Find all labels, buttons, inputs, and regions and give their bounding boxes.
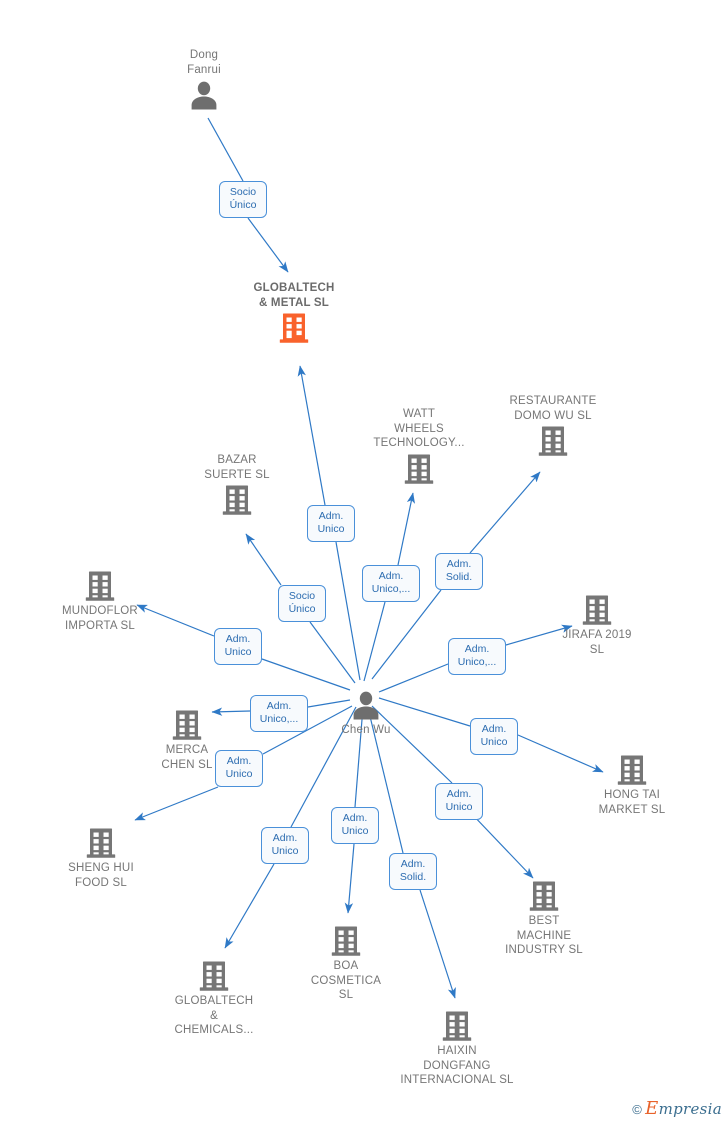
edge-e-label-globaltech (247, 217, 289, 273)
building-icon (580, 593, 614, 627)
edge-label-el-chen-jirafa[interactable]: Adm. Unico,... (448, 638, 506, 675)
node-label: HONG TAI MARKET SL (598, 789, 666, 816)
building-icon (329, 924, 363, 958)
edge-label-el-chen-shenghui[interactable]: Adm. Unico (215, 750, 263, 787)
graph-node-globaltech-metal[interactable]: GLOBALTECH & METAL SL (234, 281, 354, 345)
node-label: MUNDOFLOR IMPORTA SL (62, 605, 138, 632)
graph-node-boa-cosmetica[interactable]: BOA COSMETICA SL (286, 923, 406, 1003)
building-icon (84, 826, 118, 860)
edge-label-el-chen-best[interactable]: Adm. Unico (435, 783, 483, 820)
node-label: HAIXIN DONGFANG INTERNACIONAL SL (400, 1045, 514, 1086)
edge-e-chen-lbl-mundo (261, 658, 351, 691)
edge-e-chen-lbl-globaltech (335, 541, 361, 681)
edge-label-el-chen-bazar[interactable]: Socio Único (278, 585, 326, 622)
building-icon (527, 879, 561, 913)
watermark: © Empresia (632, 1098, 722, 1119)
graph-node-watt-wheels[interactable]: WATT WHEELS TECHNOLOGY... (359, 407, 479, 486)
edge-label-el-chen-globaltech[interactable]: Adm. Unico (307, 505, 355, 542)
node-label: GLOBALTECH & CHEMICALS... (174, 995, 254, 1036)
node-label: BEST MACHINE INDUSTRY SL (505, 915, 583, 956)
graph-node-chen-wu[interactable]: Chen Wu (306, 687, 426, 738)
building-icon (170, 708, 204, 742)
building-icon (220, 483, 254, 517)
building-icon (536, 424, 570, 458)
copyright-icon: © (632, 1102, 643, 1117)
node-label: RESTAURANTE DOMO WU SL (509, 395, 597, 422)
person-icon (187, 78, 221, 112)
edge-label-el-chen-watt[interactable]: Adm. Unico,... (362, 565, 420, 602)
graph-node-mundoflor-importa[interactable]: MUNDOFLOR IMPORTA SL (40, 568, 160, 633)
edge-e-lbl-haixin-node (419, 889, 456, 999)
edge-e-chen-lbl-watt (363, 601, 386, 682)
edge-label-el-chen-haixin[interactable]: Adm. Solid. (389, 853, 437, 890)
edge-e-lbl-chem-node (224, 863, 275, 949)
graph-node-jirafa-2019[interactable]: JIRAFA 2019 SL (537, 592, 657, 657)
person-icon (349, 688, 383, 722)
brand-name: mpresia (658, 1100, 722, 1118)
edge-label-el-chen-hongtai[interactable]: Adm. Unico (470, 718, 518, 755)
graph-node-globaltech-chemicals[interactable]: GLOBALTECH & CHEMICALS... (154, 958, 274, 1038)
node-label: BAZAR SUERTE SL (204, 454, 270, 481)
graph-node-best-machine-industry[interactable]: BEST MACHINE INDUSTRY SL (484, 878, 604, 958)
network-diagram-canvas: Dong Fanrui GLOBALTECH & METAL SL Chen W… (0, 0, 728, 1125)
edge-e-chen-lbl-bazar (309, 621, 356, 684)
graph-node-sheng-hui-food[interactable]: SHENG HUI FOOD SL (41, 825, 161, 890)
edge-lines (134, 117, 604, 999)
edge-label-el-chen-chemicals[interactable]: Adm. Unico (261, 827, 309, 864)
node-label: Chen Wu (341, 724, 391, 736)
graph-node-bazar-suerte[interactable]: BAZAR SUERTE SL (177, 453, 297, 517)
edge-e-dong-label (207, 117, 244, 182)
edge-e-lbl-rest-node (469, 471, 541, 554)
graph-node-dong-fanrui[interactable]: Dong Fanrui (144, 48, 264, 112)
edge-label-el-chen-boa[interactable]: Adm. Unico (331, 807, 379, 844)
node-label: WATT WHEELS TECHNOLOGY... (373, 408, 465, 449)
node-label: Dong Fanrui (187, 49, 221, 76)
edge-label-el-chen-mundoflor[interactable]: Adm. Unico (214, 628, 262, 665)
edge-e-lbl-watt-node (397, 492, 416, 566)
building-icon (83, 569, 117, 603)
edge-label-el-dong-globaltech[interactable]: Socio Único (219, 181, 267, 218)
edge-e-lbl-globaltech-node (297, 365, 326, 506)
graph-node-restaurante-domo-wu[interactable]: RESTAURANTE DOMO WU SL (493, 394, 613, 458)
building-icon (440, 1009, 474, 1043)
node-label: JIRAFA 2019 SL (562, 629, 632, 656)
node-label: SHENG HUI FOOD SL (68, 862, 134, 889)
building-icon (277, 311, 311, 345)
graph-node-haixin-dongfang[interactable]: HAIXIN DONGFANG INTERNACIONAL SL (397, 1008, 517, 1088)
node-label: BOA COSMETICA SL (310, 960, 382, 1001)
building-icon (402, 452, 436, 486)
edge-label-el-chen-restaurante[interactable]: Adm. Solid. (435, 553, 483, 590)
edge-e-chen-lbl-rest (371, 589, 442, 680)
edge-e-lbl-sheng-node (134, 786, 219, 821)
building-icon (615, 753, 649, 787)
edge-e-lbl-best-node (469, 811, 534, 879)
graph-node-hong-tai-market[interactable]: HONG TAI MARKET SL (572, 752, 692, 817)
building-icon (197, 959, 231, 993)
edge-e-lbl-boa-node (344, 843, 355, 914)
brand-initial: E (645, 1098, 659, 1119)
edge-e-lbl-bazar-node (245, 533, 282, 586)
node-label: GLOBALTECH & METAL SL (253, 282, 335, 309)
edge-label-el-chen-merca[interactable]: Adm. Unico,... (250, 695, 308, 732)
